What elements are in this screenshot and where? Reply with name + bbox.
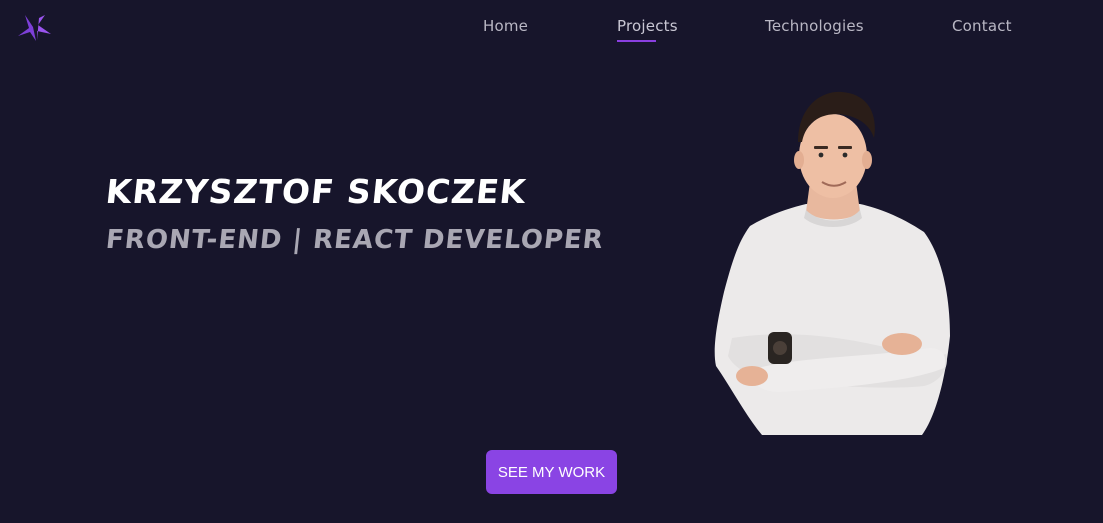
nav-item-technologies[interactable]: Technologies — [765, 17, 864, 35]
hero-role: FRONT-END | REACT DEVELOPER — [104, 225, 606, 255]
hero-name: KRZYSZTOF SKOCZEK — [103, 172, 529, 211]
main-nav: Home Projects Technologies Contact — [0, 0, 1103, 52]
nav-active-indicator — [617, 40, 656, 42]
nav-item-projects[interactable]: Projects — [617, 17, 678, 35]
nav-item-home[interactable]: Home — [483, 17, 528, 35]
nav-item-contact[interactable]: Contact — [952, 17, 1012, 35]
portrait-photo — [714, 91, 950, 435]
see-my-work-button[interactable]: SEE MY WORK — [486, 450, 617, 494]
page: Home Projects Technologies Contact KRZYS… — [0, 0, 1103, 523]
